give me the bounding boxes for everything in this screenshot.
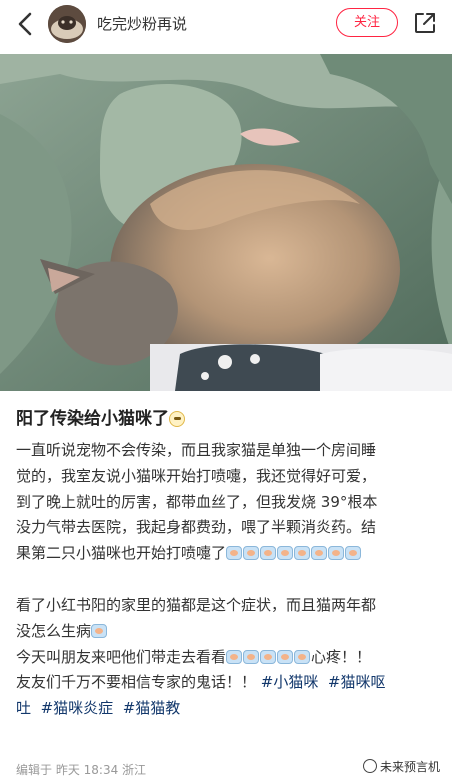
hashtag-link[interactable]: 吐 [16, 699, 31, 717]
follow-button[interactable]: 关注 [336, 8, 398, 37]
sick-face-emoji-icon [294, 546, 311, 561]
top-bar: 吃完炒粉再说 关注 [0, 0, 452, 48]
body-line-with-tags: 吐 #猫咪炎症 #猫猫教 [16, 696, 440, 722]
post-photo[interactable] [0, 54, 452, 391]
sick-face-emoji-icon [311, 546, 328, 561]
author-name[interactable]: 吃完炒粉再说 [97, 13, 187, 34]
sick-face-emoji-icon [243, 546, 260, 561]
watermark-logo-icon [363, 759, 377, 773]
chevron-left-icon[interactable] [14, 10, 38, 38]
sick-face-emoji-icon [328, 546, 345, 561]
body-line-with-tags: 友友们千万不要相信专家的鬼话！！ #小猫咪 #猫咪呕 [16, 670, 440, 696]
post-body: 一直听说宠物不会传染，而且我家猫是单独一个房间睡 觉的，我室友说小猫咪开始打喷嚏… [16, 438, 440, 722]
body-line: 没力气带去医院，我起身都费劲，喂了半颗消炎药。结 [16, 518, 377, 537]
body-text: 今天叫朋友来吧他们带走去看看 [16, 647, 227, 666]
sick-face-emoji-icon [345, 546, 362, 561]
sick-face-emoji-icon [277, 546, 294, 561]
post-meta: 编辑于 昨天 18:34 浙江 [16, 763, 147, 777]
body-text: 心疼！！ [311, 647, 372, 666]
hashtag-link[interactable]: #猫咪呕 [328, 673, 386, 691]
hashtag-link[interactable]: #猫咪炎症 [41, 699, 114, 717]
body-line-with-emojis: 果第二只小猫咪也开始打喷嚏了 [16, 541, 440, 567]
body-text: 果第二只小猫咪也开始打喷嚏了 [16, 544, 227, 563]
watermark: 未来预言机 [363, 758, 440, 775]
body-line-with-emoji: 没怎么生病 [16, 619, 440, 645]
body-line-with-emojis: 今天叫朋友来吧他们带走去看看 心疼！！ [16, 645, 440, 671]
post-title: 阳了传染给小猫咪了 [16, 404, 186, 429]
post-title-text: 阳了传染给小猫咪了 [16, 409, 169, 429]
hashtag-link[interactable]: #猫猫教 [123, 699, 181, 717]
sick-face-emoji-icon [243, 649, 260, 664]
sick-face-emoji-icon [277, 649, 294, 664]
body-text: 没怎么生病 [16, 621, 92, 640]
crying-face-emoji-icon [169, 411, 185, 427]
body-text: 友友们千万不要相信专家的鬼话！！ [16, 673, 257, 692]
sick-face-emoji-icon [260, 546, 277, 561]
watermark-text: 未来预言机 [380, 760, 441, 774]
body-line: 到了晚上就吐的厉害，都带血丝了，但我发烧 39°根本 [16, 492, 378, 511]
body-line: 觉的，我室友说小猫咪开始打喷嚏，我还觉得好可爱， [16, 466, 377, 485]
share-icon[interactable] [413, 11, 437, 35]
avatar[interactable] [48, 5, 86, 43]
sick-face-emoji-icon [260, 649, 277, 664]
sick-face-emoji-icon [91, 623, 108, 638]
body-line: 一直听说宠物不会传染，而且我家猫是单独一个房间睡 [16, 441, 377, 459]
sick-face-emoji-icon [226, 649, 243, 664]
sick-face-emoji-icon [294, 649, 311, 664]
hashtag-link[interactable]: #小猫咪 [261, 673, 319, 691]
sick-face-emoji-icon [226, 546, 243, 561]
body-line: 看了小红书阳的家里的猫都是这个症状，而且猫两年都 [16, 595, 377, 614]
